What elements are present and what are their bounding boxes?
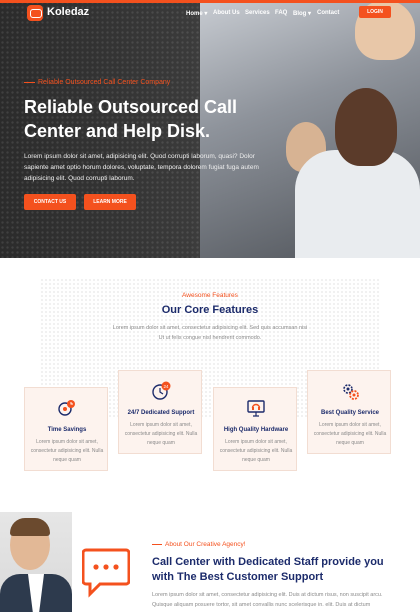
- nav-contact[interactable]: Contact: [317, 10, 339, 16]
- hero-subtitle: Reliable Outsourced Call Center Company: [38, 79, 171, 86]
- feature-text: Lorem ipsum dolor sit amet, consectetur …: [124, 422, 198, 446]
- hero-person-main: [335, 88, 397, 166]
- about-section: About Our Creative Agency! Call Center w…: [0, 512, 420, 612]
- feature-text: Lorem ipsum dolor sit amet, consectetur …: [30, 439, 104, 463]
- subtitle-line: [24, 82, 35, 83]
- features-title: Our Core Features: [161, 304, 259, 316]
- logo-text[interactable]: Koledaz: [47, 6, 89, 18]
- tag-line: [152, 544, 162, 545]
- features-section: Awesome Features Our Core Features Lorem…: [0, 258, 420, 512]
- nav-blog[interactable]: Blog ▾: [293, 10, 311, 17]
- feature-card-hardware[interactable]: High Quality Hardware Lorem ipsum dolor …: [213, 387, 297, 471]
- nav-faq[interactable]: FAQ: [275, 10, 287, 16]
- hero-title: Reliable Outsourced Call Center and Help…: [24, 97, 238, 141]
- gears-time-icon: [57, 398, 77, 418]
- feature-title: 24/7 Dedicated Support: [127, 410, 195, 416]
- clock-24-icon: 24: [151, 381, 171, 401]
- feature-text: Lorem ipsum dolor sit amet, consectetur …: [313, 422, 387, 446]
- headset-monitor-icon: [246, 398, 266, 418]
- chat-bubble-icon: [81, 546, 131, 606]
- feature-card-service[interactable]: Best Quality Service Lorem ipsum dolor s…: [307, 370, 391, 454]
- nav-about[interactable]: About Us: [213, 10, 240, 16]
- about-text: Lorem ipsum dolor sit amet, consectetur …: [152, 592, 383, 608]
- contact-us-button[interactable]: CONTACT US: [24, 194, 76, 210]
- login-button[interactable]: LOGIN: [359, 6, 391, 18]
- hero-section: Koledaz Home ▾ About Us Services FAQ Blo…: [0, 0, 420, 258]
- agent-photo: [0, 512, 72, 612]
- gear-service-icon: [340, 381, 360, 401]
- feature-card-time-savings[interactable]: Time Savings Lorem ipsum dolor sit amet,…: [24, 387, 108, 471]
- navbar: Koledaz Home ▾ About Us Services FAQ Blo…: [0, 0, 420, 26]
- feature-title: Time Savings: [47, 427, 87, 433]
- nav-home[interactable]: Home ▾: [186, 10, 207, 17]
- features-text: Lorem ipsum dolor sit amet, consectetur …: [112, 325, 308, 341]
- about-title: Call Center with Dedicated Staff provide…: [152, 556, 384, 583]
- learn-more-button[interactable]: LEARN MORE: [84, 194, 136, 210]
- svg-text:24: 24: [163, 384, 169, 389]
- feature-text: Lorem ipsum dolor sit amet, consectetur …: [219, 439, 293, 463]
- about-tag: About Our Creative Agency!: [165, 541, 246, 548]
- hero-text: Lorem ipsum dolor sit amet, adipisicing …: [24, 153, 259, 182]
- features-tag: Awesome Features: [182, 292, 238, 299]
- hero-person-main-body: [295, 150, 420, 258]
- logo-chat-icon[interactable]: [27, 5, 43, 21]
- feature-card-support[interactable]: 24 24/7 Dedicated Support Lorem ipsum do…: [118, 370, 202, 454]
- feature-title: Best Quality Service: [320, 410, 380, 416]
- feature-title: High Quality Hardware: [223, 427, 289, 433]
- nav-services[interactable]: Services: [245, 10, 270, 16]
